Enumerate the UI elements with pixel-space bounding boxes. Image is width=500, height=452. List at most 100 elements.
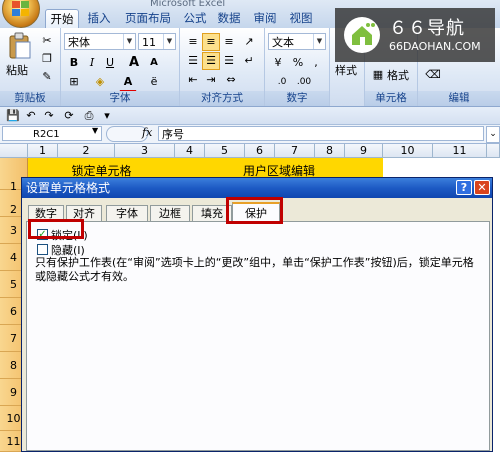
tab-alignment[interactable]: 对齐 [66,205,102,221]
tab-review[interactable]: 审阅 [250,9,280,27]
format-button[interactable]: 格式 [387,67,409,83]
font-size-select[interactable]: 11 ▼ [138,33,176,50]
increase-indent-icon[interactable]: ⇥ [202,71,220,89]
tab-border[interactable]: 边框 [150,205,190,221]
hidden-checkbox[interactable] [37,244,48,255]
name-box[interactable]: R2C1 [2,126,102,141]
chevron-down-icon: ▼ [123,34,135,49]
group-font: 宋体 ▼ 11 ▼ B I U A A ⊞ ◈ A ë 字体 [61,28,180,106]
align-top-icon[interactable]: ≡ [184,33,202,51]
locked-label[interactable]: 锁定(L) [51,227,88,243]
group-label-number: 数字 [265,91,329,106]
column-header-overflow [487,144,500,158]
grow-font-button[interactable]: A [125,54,143,72]
save-icon[interactable]: 💾 [4,107,22,125]
decrease-decimal-icon[interactable]: .00 [295,73,313,91]
underline-button[interactable]: U [101,54,119,72]
italic-button[interactable]: I [83,54,101,72]
select-all-corner[interactable] [0,144,28,158]
font-color-button[interactable]: A [119,73,137,93]
locked-checkbox[interactable]: ✓ [37,229,48,240]
fx-icon[interactable]: fx [142,126,152,139]
increase-decimal-icon[interactable]: .0 [273,73,291,91]
paste-label[interactable]: 粘贴 [6,62,28,78]
group-label-cells: 单元格 [365,91,417,106]
office-logo-icon [12,1,29,16]
chevron-down-icon: ▼ [313,34,325,49]
home-logo-icon [344,17,380,53]
column-header[interactable]: 4 [175,144,205,158]
group-alignment: ≡ ≡ ≡ ↗ ☰ ☰ ☰ ↵ ⇤ ⇥ ⇔ 对齐方式 [180,28,265,106]
print-preview-icon[interactable]: ⎙ [80,107,98,125]
help-button[interactable]: ? [456,180,472,195]
phonetic-icon[interactable]: ë [145,73,163,91]
cut-icon[interactable]: ✂ [38,32,56,50]
column-header[interactable]: 1 [28,144,58,158]
group-clipboard: 粘贴 ✂ ❐ ✎ 剪贴板 [0,28,61,106]
tab-data[interactable]: 数据 [214,9,244,27]
column-header[interactable]: 2 [58,144,115,158]
column-header[interactable]: 10 [383,144,433,158]
font-name-select[interactable]: 宋体 ▼ [64,33,136,50]
formula-content: 序号 [162,128,184,141]
merge-center-icon[interactable]: ⇔ [222,71,240,89]
number-format-select[interactable]: 文本 ▼ [268,33,326,50]
decrease-indent-icon[interactable]: ⇤ [184,71,202,89]
redo-icon[interactable]: ↷ [40,107,58,125]
fill-color-icon[interactable]: ◈ [91,73,109,91]
bold-button[interactable]: B [65,54,83,72]
styles-button[interactable]: 样式 [335,62,357,78]
formula-input[interactable]: 序号 [158,126,484,141]
wrap-text-icon[interactable]: ↵ [240,52,258,70]
tab-protection[interactable]: 保护 [232,202,280,222]
column-header[interactable]: 5 [205,144,245,158]
align-bottom-icon[interactable]: ≡ [220,33,238,51]
refresh-icon[interactable]: ⟳ [60,107,78,125]
column-header[interactable]: 6 [245,144,275,158]
align-right-icon[interactable]: ☰ [220,52,238,70]
clear-icon[interactable]: ⌫ [424,66,442,84]
tab-number[interactable]: 数字 [28,205,64,221]
comma-button[interactable]: , [307,54,325,72]
customize-toolbar-icon[interactable]: ▾ [98,107,116,125]
currency-icon[interactable]: ¥ [269,54,287,72]
column-header[interactable]: 8 [315,144,345,158]
tab-page-layout[interactable]: 页面布局 [120,9,176,27]
dialog-title: 设置单元格格式 [26,181,111,195]
undo-icon[interactable]: ↶ [22,107,40,125]
align-middle-icon[interactable]: ≡ [202,33,220,51]
group-label-editing: 编辑 [418,91,500,106]
chevron-down-icon[interactable]: ▼ [92,126,98,135]
shrink-font-button[interactable]: A [145,54,163,72]
column-header[interactable]: 3 [115,144,175,158]
expand-formula-bar-button[interactable]: ⌄ [486,126,500,143]
number-format-value: 文本 [272,36,294,49]
tab-insert[interactable]: 插入 [84,9,114,27]
dialog-title-bar[interactable]: 设置单元格格式 [22,178,492,198]
column-header[interactable]: 9 [345,144,383,158]
column-header[interactable]: 7 [275,144,315,158]
tab-fill[interactable]: 填充 [192,205,232,221]
site-watermark: ６６导航 66DAOHAN.COM [335,8,495,62]
align-left-icon[interactable]: ☰ [184,52,202,70]
border-icon[interactable]: ⊞ [65,73,83,91]
watermark-title: ６６导航 [389,18,465,39]
tab-view[interactable]: 视图 [286,9,316,27]
group-label-font: 字体 [61,91,179,106]
paste-icon[interactable] [8,32,32,60]
format-cells-dialog: 设置单元格格式 ? ✕ 数字 对齐 字体 边框 填充 保护 ✓ 锁定(L) 隐藏… [21,177,493,452]
align-center-icon[interactable]: ☰ [202,52,220,70]
close-button[interactable]: ✕ [474,180,490,195]
copy-icon[interactable]: ❐ [38,50,56,68]
percent-button[interactable]: % [289,54,307,72]
format-cells-icon[interactable]: ▦ [369,66,387,84]
orientation-icon[interactable]: ↗ [240,33,258,51]
tab-home[interactable]: 开始 [45,9,79,28]
protection-note: 只有保护工作表(在“审阅”选项卡上的“更改”组中，单击“保护工作表”按钮)后，锁… [35,256,474,283]
office-button[interactable] [2,0,40,28]
protection-panel: ✓ 锁定(L) 隐藏(I) 只有保护工作表(在“审阅”选项卡上的“更改”组中，单… [26,221,490,451]
column-header[interactable]: 11 [433,144,487,158]
tab-formulas[interactable]: 公式 [180,9,210,27]
tab-font[interactable]: 字体 [106,205,148,221]
format-painter-icon[interactable]: ✎ [38,68,56,86]
